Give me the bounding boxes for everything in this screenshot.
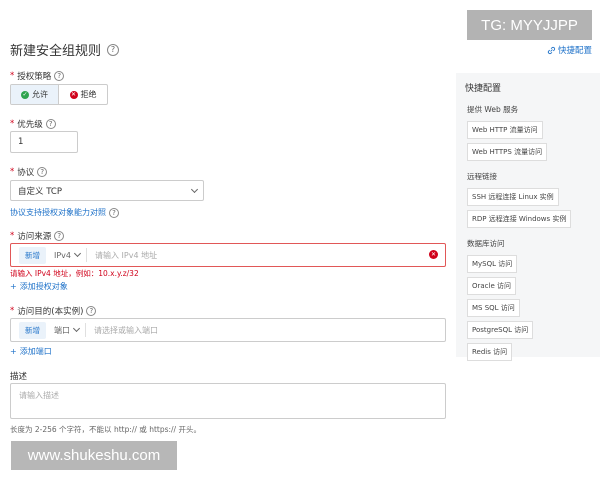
help-icon[interactable]: ?: [54, 71, 65, 81]
help-icon[interactable]: ?: [54, 231, 65, 241]
destination-label: * 访问目的(本实例) ?: [10, 305, 97, 317]
description-label: 描述: [10, 372, 28, 382]
watermark-bottom: www.shukeshu.com: [11, 441, 177, 470]
source-type-select[interactable]: IPv4: [54, 248, 88, 262]
quick-config-panel: 快捷配置 提供 Web 服务 Web HTTP 流量访问 Web HTTPS 流…: [456, 73, 600, 361]
source-error-text: 请输入 IPv4 地址，例如：10.x.y.z/32: [10, 269, 139, 278]
help-icon: ?: [109, 207, 119, 218]
quick-item-postgresql[interactable]: PostgreSQL 访问: [467, 321, 534, 339]
destination-tag: 新增: [19, 321, 46, 339]
quick-config-link-label: 快捷配置: [557, 46, 592, 56]
description-hint: 长度为 2-256 个字符，不能以 http:// 或 https:// 开头。: [10, 425, 201, 434]
policy-toggle: ✓ 允许 ✕ 拒绝: [10, 84, 108, 105]
group-web: 提供 Web 服务: [467, 105, 519, 114]
plus-icon: +: [10, 347, 17, 356]
quick-item-rdp[interactable]: RDP 远程连接 Windows 实例: [467, 210, 572, 228]
clear-icon[interactable]: ✕: [429, 250, 438, 259]
quick-item-redis[interactable]: Redis 访问: [467, 343, 513, 361]
protocol-select[interactable]: 自定义 TCP: [10, 180, 204, 201]
add-port-link[interactable]: + 添加端口: [10, 346, 52, 357]
help-icon[interactable]: ?: [86, 306, 97, 316]
link-icon: [547, 46, 556, 54]
chevron-down-icon: [190, 185, 199, 193]
protocol-support-link[interactable]: 协议支持授权对象能力对照 ?: [10, 207, 119, 218]
help-icon[interactable]: ?: [37, 167, 48, 177]
page-title-text: 新建安全组规则: [10, 44, 102, 59]
source-input[interactable]: 请输入 IPv4 地址: [95, 250, 157, 261]
quick-item-web-http[interactable]: Web HTTP 流量访问: [467, 121, 543, 139]
watermark-top: TG: MYYJJPP: [467, 10, 592, 40]
quick-config-link[interactable]: 快捷配置: [547, 44, 592, 56]
priority-label: * 优先级 ?: [10, 118, 56, 130]
description-textarea[interactable]: 请输入描述: [10, 383, 446, 419]
policy-label: * 授权策略 ?: [10, 70, 65, 82]
allow-button[interactable]: ✓ 允许: [11, 85, 59, 104]
close-icon: ✕: [69, 90, 78, 99]
page-title: 新建安全组规则 ?: [10, 40, 120, 59]
quick-item-web-https[interactable]: Web HTTPS 流量访问: [467, 143, 548, 161]
quick-item-ssh[interactable]: SSH 远程连接 Linux 实例: [467, 188, 559, 206]
destination-row: 新增 端口 请选择或输入端口: [10, 318, 446, 342]
destination-input[interactable]: 请选择或输入端口: [94, 325, 158, 336]
deny-button[interactable]: ✕ 拒绝: [59, 85, 107, 104]
priority-input[interactable]: 1: [10, 131, 78, 153]
destination-type-select[interactable]: 端口: [54, 323, 86, 337]
add-source-link[interactable]: + 添加授权对象: [10, 281, 68, 292]
quick-item-oracle[interactable]: Oracle 访问: [467, 277, 517, 295]
quick-config-title: 快捷配置: [465, 84, 502, 94]
plus-icon: +: [10, 282, 17, 291]
group-remote: 远程链接: [467, 172, 497, 181]
help-icon[interactable]: ?: [107, 43, 120, 56]
group-database: 数据库访问: [467, 239, 505, 248]
check-icon: ✓: [21, 90, 29, 99]
source-tag: 新增: [19, 246, 46, 264]
quick-item-mssql[interactable]: MS SQL 访问: [467, 299, 520, 317]
help-icon[interactable]: ?: [45, 119, 56, 129]
chevron-down-icon: [73, 249, 82, 258]
source-label: * 访问来源 ?: [10, 230, 65, 242]
quick-item-mysql[interactable]: MySQL 访问: [467, 255, 518, 273]
protocol-label: * 协议 ?: [10, 166, 48, 178]
chevron-down-icon: [72, 324, 81, 333]
source-row: 新增 IPv4 请输入 IPv4 地址 ✕: [10, 243, 446, 267]
